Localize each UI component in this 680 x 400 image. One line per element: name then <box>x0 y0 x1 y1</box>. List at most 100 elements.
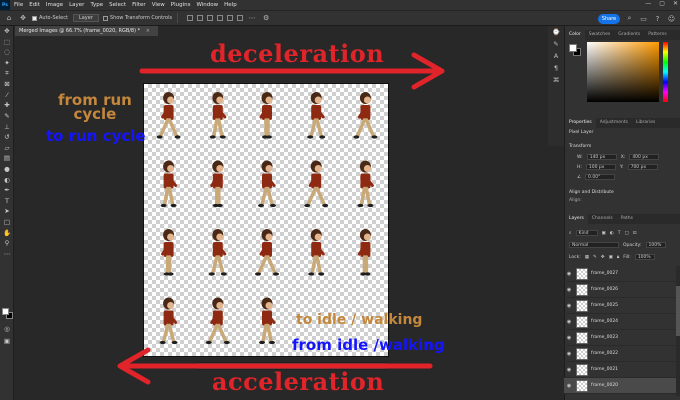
y-input[interactable]: 700 px <box>627 164 658 170</box>
help-icon[interactable]: ? <box>653 14 662 23</box>
tab-layers[interactable]: Layers <box>565 214 588 224</box>
layer-name[interactable]: frame_0020 <box>591 383 618 388</box>
layer-row[interactable]: ◉ frame_0021 <box>564 362 680 378</box>
layer-name[interactable]: frame_0022 <box>591 351 618 356</box>
filter-type-icon[interactable]: T <box>618 231 621 236</box>
gradient-icon[interactable]: ▤ <box>0 153 14 164</box>
marquee-icon[interactable]: ⬚ <box>0 37 14 48</box>
filter-shape-icon[interactable]: □ <box>624 231 628 236</box>
layer-name[interactable]: frame_0026 <box>591 287 618 292</box>
eraser-icon[interactable]: ▱ <box>0 143 14 154</box>
menu-view[interactable]: View <box>152 2 165 8</box>
frame-icon[interactable]: ⊠ <box>0 79 14 90</box>
align-top-icon[interactable] <box>217 15 224 21</box>
filter-adjust-icon[interactable]: ◐ <box>610 231 614 236</box>
tab-gradients[interactable]: Gradients <box>614 30 644 40</box>
layer-thumbnail[interactable] <box>576 331 588 344</box>
settings-gear-icon[interactable]: ⚙ <box>261 13 271 23</box>
layer-row[interactable]: ◉ frame_0022 <box>564 346 680 362</box>
user-icon[interactable]: ☺ <box>667 14 676 23</box>
layer-row[interactable]: ◉ frame_0020 <box>564 378 680 394</box>
eyedropper-icon[interactable]: ⁄ <box>0 90 14 101</box>
glyphs-panel-icon[interactable]: ⌘ <box>548 74 564 86</box>
menu-type[interactable]: Type <box>90 2 103 8</box>
fill-input[interactable]: 100% <box>634 254 655 260</box>
maximize-icon[interactable]: ▢ <box>659 0 665 10</box>
layer-row[interactable]: ◉ frame_0025 <box>564 298 680 314</box>
layer-thumbnail[interactable] <box>576 379 588 392</box>
align-center-icon[interactable] <box>197 15 204 21</box>
target-dropdown[interactable]: Layer <box>72 14 99 22</box>
layer-row[interactable]: ◉ frame_0026 <box>564 282 680 298</box>
history-brush-icon[interactable]: ↺ <box>0 132 14 143</box>
lock-position-icon[interactable]: ✥ <box>601 255 605 260</box>
layer-thumbnail[interactable] <box>576 267 588 280</box>
auto-select-checkbox[interactable] <box>32 15 37 21</box>
move-tool-icon[interactable]: ✥ <box>18 13 28 23</box>
document-tab[interactable]: Merged Images @ 66.7% (frame_0020, RGB/8… <box>15 26 158 36</box>
menu-edit[interactable]: Edit <box>29 2 40 8</box>
align-section-title[interactable]: Align and Distribute <box>569 190 614 195</box>
visibility-eye-icon[interactable]: ◉ <box>564 383 574 389</box>
paragraph-panel-icon[interactable]: ¶ <box>548 62 564 74</box>
blur-icon[interactable]: ● <box>0 164 14 175</box>
transform-section-title[interactable]: Transform <box>569 144 591 149</box>
visibility-eye-icon[interactable]: ◉ <box>564 351 574 357</box>
panel-foreground-swatch[interactable] <box>569 44 577 52</box>
x-input[interactable]: 400 px <box>629 154 660 160</box>
width-input[interactable]: 140 px <box>586 154 617 160</box>
screen-mode-icon[interactable]: ▣ <box>0 336 14 347</box>
tab-swatches[interactable]: Swatches <box>585 30 615 40</box>
align-middle-icon[interactable] <box>227 15 234 21</box>
kind-dropdown[interactable]: Kind <box>575 230 598 236</box>
more-options-icon[interactable]: ⋯ <box>247 13 257 23</box>
visibility-eye-icon[interactable]: ◉ <box>564 335 574 341</box>
layer-thumbnail[interactable] <box>576 283 588 296</box>
workspace-icon[interactable]: ▭ <box>639 14 648 23</box>
visibility-eye-icon[interactable]: ◉ <box>564 303 574 309</box>
search-icon[interactable]: ⌕ <box>625 14 634 23</box>
visibility-eye-icon[interactable]: ◉ <box>564 367 574 373</box>
transform-controls-checkbox[interactable] <box>102 15 108 21</box>
lock-transparent-icon[interactable]: ▦ <box>585 255 589 260</box>
minimize-icon[interactable]: — <box>645 0 651 10</box>
home-icon[interactable]: ⌂ <box>4 13 14 23</box>
layers-scroll-thumb[interactable] <box>676 286 680 336</box>
foreground-color-swatch[interactable] <box>2 308 9 315</box>
path-select-icon[interactable]: ➤ <box>0 206 14 217</box>
tab-patterns[interactable]: Patterns <box>644 30 671 40</box>
layer-thumbnail[interactable] <box>576 347 588 360</box>
move-icon[interactable]: ✥ <box>0 26 14 37</box>
close-window-icon[interactable]: ✕ <box>673 0 678 10</box>
magic-wand-icon[interactable]: ✦ <box>0 58 14 69</box>
menu-window[interactable]: Window <box>196 2 218 8</box>
layer-name[interactable]: frame_0025 <box>591 303 618 308</box>
brush-settings-icon[interactable]: ✎ <box>548 38 564 50</box>
lock-pixels-icon[interactable]: ✎ <box>593 255 597 260</box>
align-right-icon[interactable] <box>207 15 214 21</box>
tab-channels[interactable]: Channels <box>588 214 617 224</box>
layer-row[interactable]: ◉ frame_0027 <box>564 266 680 282</box>
layer-name[interactable]: frame_0027 <box>591 271 618 276</box>
menu-select[interactable]: Select <box>109 2 126 8</box>
layer-name[interactable]: frame_0023 <box>591 335 618 340</box>
character-panel-icon[interactable]: A <box>548 50 564 62</box>
layers-scrollbar[interactable] <box>676 266 680 396</box>
align-bottom-icon[interactable] <box>237 15 244 21</box>
rectangle-icon[interactable]: □ <box>0 217 14 228</box>
menu-help[interactable]: Help <box>224 2 237 8</box>
tab-paths[interactable]: Paths <box>617 214 637 224</box>
dodge-icon[interactable]: ◐ <box>0 174 14 185</box>
pen-icon[interactable]: ✒ <box>0 185 14 196</box>
opacity-input[interactable]: 100% <box>645 242 666 248</box>
lock-artboard-icon[interactable]: ▣ <box>609 255 613 260</box>
more-tools-icon[interactable]: ⋯ <box>0 248 14 259</box>
layer-name[interactable]: frame_0024 <box>591 319 618 324</box>
zoom-icon[interactable]: ⚲ <box>0 238 14 249</box>
layer-name[interactable]: frame_0021 <box>591 367 618 372</box>
layer-thumbnail[interactable] <box>576 363 588 376</box>
layer-row[interactable]: ◉ frame_0024 <box>564 314 680 330</box>
layer-row[interactable]: ◉ frame_0023 <box>564 330 680 346</box>
tab-color[interactable]: Color <box>565 30 585 40</box>
menu-image[interactable]: Image <box>46 2 63 8</box>
